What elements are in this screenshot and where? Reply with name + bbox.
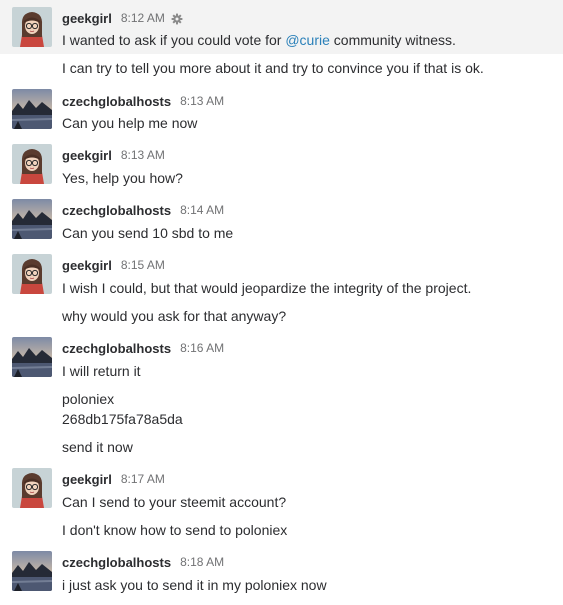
message-text: Can I send to your steemit account? [62,494,287,510]
lake-avatar[interactable] [12,551,52,591]
timestamp[interactable]: 8:17 AM [121,472,165,486]
username[interactable]: czechglobalhosts [62,555,171,570]
message-header: czechglobalhosts 8:14 AM [62,201,224,219]
message-text: Can you help me now [62,115,198,131]
lake-avatar[interactable] [12,89,52,129]
message-text: I wish I could, but that would jeopardiz… [62,280,472,296]
message-text: I don't know how to send to poloniex [62,522,288,538]
username[interactable]: czechglobalhosts [62,94,171,109]
message-text: Yes, help you how? [62,170,183,186]
message-header: geekgirl 8:17 AM [62,470,165,488]
message-group[interactable]: geekgirl 8:12 AM I wanted to ask if you … [0,0,563,54]
lake-avatar[interactable] [12,337,52,377]
message-text: why would you ask for that anyway? [62,308,287,324]
message-text: I will return it [62,363,141,379]
timestamp[interactable]: 8:14 AM [180,203,224,217]
username[interactable]: geekgirl [62,148,112,163]
message-header: geekgirl 8:13 AM [62,146,165,164]
geekgirl-avatar[interactable] [12,254,52,294]
message-text: 268db175fa78a5da [62,411,183,427]
timestamp[interactable]: 8:13 AM [180,94,224,108]
message-header: czechglobalhosts 8:13 AM [62,92,224,110]
geekgirl-avatar[interactable] [12,144,52,184]
lake-avatar[interactable] [12,199,52,239]
username[interactable]: czechglobalhosts [62,203,171,218]
timestamp[interactable]: 8:12 AM [121,11,165,25]
message-header: czechglobalhosts 8:16 AM [62,339,224,357]
message-header: geekgirl 8:15 AM [62,256,165,274]
message-text: i just ask you to send it in my poloniex… [62,577,327,593]
timestamp[interactable]: 8:18 AM [180,555,224,569]
message-header: czechglobalhosts 8:18 AM [62,553,224,571]
timestamp[interactable]: 8:16 AM [180,341,224,355]
username[interactable]: geekgirl [62,11,112,26]
username[interactable]: geekgirl [62,258,112,273]
timestamp[interactable]: 8:13 AM [121,148,165,162]
gear-icon[interactable] [171,12,183,25]
message-text: poloniex [62,391,115,407]
message-text: send it now [62,439,133,455]
timestamp[interactable]: 8:15 AM [121,258,165,272]
geekgirl-avatar[interactable] [12,468,52,508]
message-text: I can try to tell you more about it and … [62,60,484,76]
message-header: geekgirl 8:12 AM [62,9,183,27]
mention-link[interactable]: @curie [285,32,330,48]
message-text: I wanted to ask if you could vote for @c… [62,32,456,48]
message-text: Can you send 10 sbd to me [62,225,234,241]
username[interactable]: czechglobalhosts [62,341,171,356]
username[interactable]: geekgirl [62,472,112,487]
geekgirl-avatar[interactable] [12,7,52,47]
